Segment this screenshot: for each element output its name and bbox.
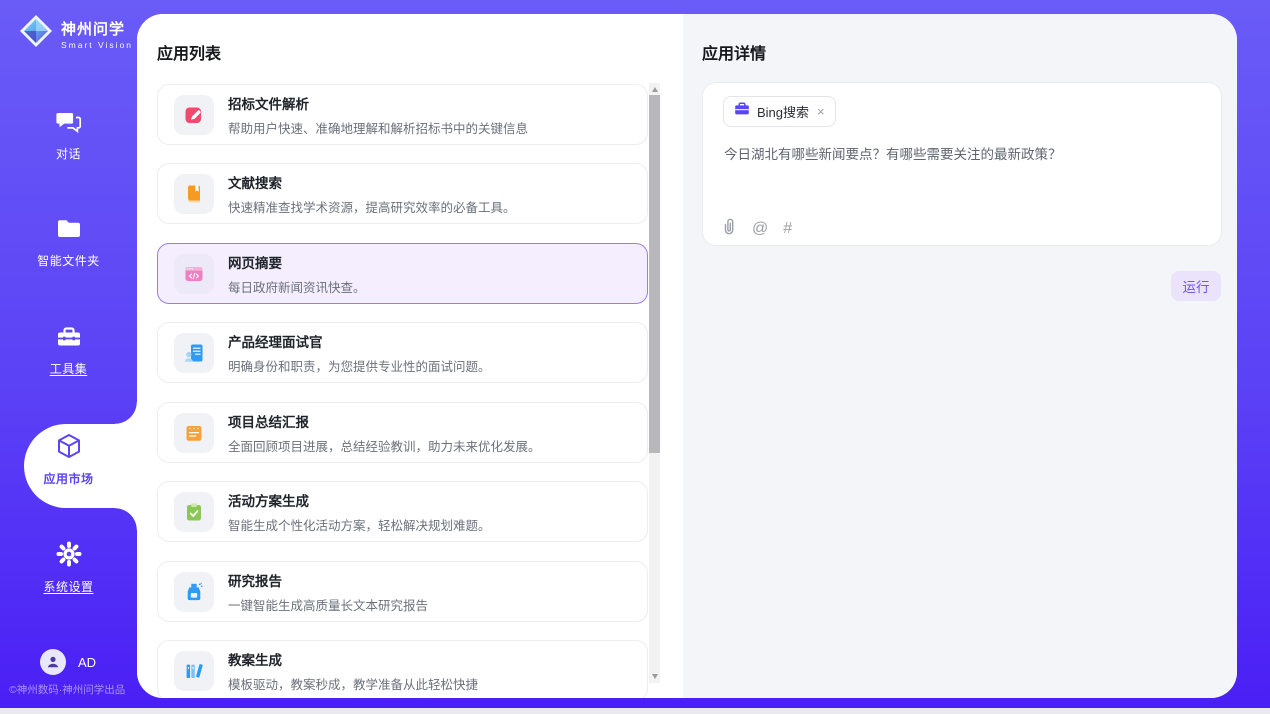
main-content: 应用列表 招标文件解析 帮助用户快速、准确地理解和解析招标书中的关键信息: [137, 14, 1237, 698]
scrollbar-thumb[interactable]: [649, 95, 660, 453]
app-card-pm-interviewer[interactable]: 产品经理面试官 明确身份和职责，为您提供专业性的面试问题。: [157, 322, 648, 383]
brand-subtitle: Smart Vision: [61, 40, 133, 50]
app-desc: 每日政府新闻资讯快查。: [228, 277, 366, 296]
prompt-card: Bing搜索 × 今日湖北有哪些新闻要点？有哪些需要关注的最新政策？ @ #: [702, 82, 1222, 246]
app-window: 神州问学 Smart Vision 对话 智能文件夹: [0, 0, 1270, 714]
triangle-up-icon: [652, 87, 658, 92]
mention-icon[interactable]: @: [752, 220, 768, 238]
interviewer-icon: [174, 333, 214, 373]
app-desc: 一键智能生成高质量长文本研究报告: [228, 595, 428, 614]
sidebar-item-label: 智能文件夹: [0, 252, 137, 269]
app-name: 文献搜索: [228, 172, 516, 192]
attachment-toolbar: @ #: [721, 217, 792, 240]
query-input[interactable]: 今日湖北有哪些新闻要点？有哪些需要关注的最新政策？: [724, 145, 1202, 165]
app-desc: 帮助用户快速、准确地理解和解析招标书中的关键信息: [228, 118, 528, 137]
app-card-lesson-plan[interactable]: 教案生成 模板驱动，教案秒成，教学准备从此轻松快捷: [157, 640, 648, 698]
copyright-footer: ©神州数码·神州问学出品: [9, 682, 125, 697]
app-desc: 快速精准查找学术资源，提高研究效率的必备工具。: [228, 197, 516, 216]
sidebar-item-label: 应用市场: [0, 470, 137, 487]
app-detail-panel: 应用详情 Bing搜索 × 今日湖北有哪些新闻要点？有哪些需要关注的最新政策？: [683, 14, 1237, 698]
chat-icon: [55, 108, 83, 135]
avatar: [40, 649, 66, 675]
cube-icon: [55, 432, 83, 459]
app-list-panel: 应用列表 招标文件解析 帮助用户快速、准确地理解和解析招标书中的关键信息: [137, 14, 683, 698]
folder-icon: [55, 216, 83, 243]
app-name: 网页摘要: [228, 252, 366, 272]
briefcase-icon: [734, 102, 750, 121]
triangle-down-icon: [652, 674, 658, 679]
sidebar-item-chat[interactable]: 对话: [0, 108, 137, 162]
app-detail-title: 应用详情: [702, 40, 766, 64]
user-account[interactable]: AD: [40, 649, 96, 675]
app-name: 招标文件解析: [228, 93, 528, 113]
app-card-web-summary[interactable]: 网页摘要 每日政府新闻资讯快查。: [157, 243, 648, 304]
scrollbar[interactable]: [649, 83, 660, 683]
app-name: 研究报告: [228, 570, 428, 590]
brand-logo-icon: [18, 13, 54, 54]
app-name: 活动方案生成: [228, 490, 491, 510]
sidebar-item-toolset[interactable]: 工具集: [0, 324, 137, 377]
sidebar-item-label: 对话: [0, 145, 137, 162]
sidebar-item-settings[interactable]: 系统设置: [0, 540, 137, 595]
sidebar: 神州问学 Smart Vision 对话 智能文件夹: [0, 0, 137, 708]
close-icon[interactable]: ×: [817, 104, 825, 119]
app-card-event-plan[interactable]: 活动方案生成 智能生成个性化活动方案，轻松解决规划难题。: [157, 481, 648, 542]
run-button[interactable]: 运行: [1171, 271, 1221, 301]
app-card-research-report[interactable]: 研究报告 一键智能生成高质量长文本研究报告: [157, 561, 648, 622]
scroll-down-button[interactable]: [649, 670, 660, 683]
sidebar-item-smart-folder[interactable]: 智能文件夹: [0, 216, 137, 269]
gear-icon: [55, 540, 83, 567]
sidebar-item-label: 工具集: [0, 360, 137, 377]
clipboard-check-icon: [174, 492, 214, 532]
tool-chip-bing-search[interactable]: Bing搜索 ×: [723, 96, 836, 127]
app-desc: 智能生成个性化活动方案，轻松解决规划难题。: [228, 515, 491, 534]
toolbox-icon: [55, 324, 83, 351]
app-name: 项目总结汇报: [228, 411, 541, 431]
app-card-project-summary[interactable]: 项目总结汇报 全面回顾项目进展，总结经验教训，助力未来优化发展。: [157, 402, 648, 463]
ink-report-icon: [174, 572, 214, 612]
app-desc: 模板驱动，教案秒成，教学准备从此轻松快捷: [228, 674, 478, 693]
edit-doc-icon: [174, 95, 214, 135]
sidebar-item-app-market[interactable]: 应用市场: [0, 432, 137, 487]
sidebar-item-label: 系统设置: [0, 578, 137, 595]
brand-name: 神州问学: [61, 18, 133, 39]
tool-chip-label: Bing搜索: [757, 102, 809, 121]
app-name: 产品经理面试官: [228, 331, 491, 351]
brand: 神州问学 Smart Vision: [18, 13, 133, 54]
app-name: 教案生成: [228, 649, 478, 669]
user-initials: AD: [78, 655, 96, 670]
app-desc: 明确身份和职责，为您提供专业性的面试问题。: [228, 356, 491, 375]
app-card-literature-search[interactable]: 文献搜索 快速精准查找学术资源，提高研究效率的必备工具。: [157, 163, 648, 224]
hashtag-icon[interactable]: #: [783, 220, 792, 238]
notepad-icon: [174, 413, 214, 453]
app-desc: 全面回顾项目进展，总结经验教训，助力未来优化发展。: [228, 436, 541, 455]
book-icon: [174, 174, 214, 214]
app-list-title: 应用列表: [157, 40, 221, 64]
paperclip-icon[interactable]: [721, 217, 737, 240]
window-bottom-edge: [0, 708, 1270, 714]
app-card-bid-analysis[interactable]: 招标文件解析 帮助用户快速、准确地理解和解析招标书中的关键信息: [157, 84, 648, 145]
books-icon: [174, 651, 214, 691]
browser-code-icon: [174, 254, 214, 294]
